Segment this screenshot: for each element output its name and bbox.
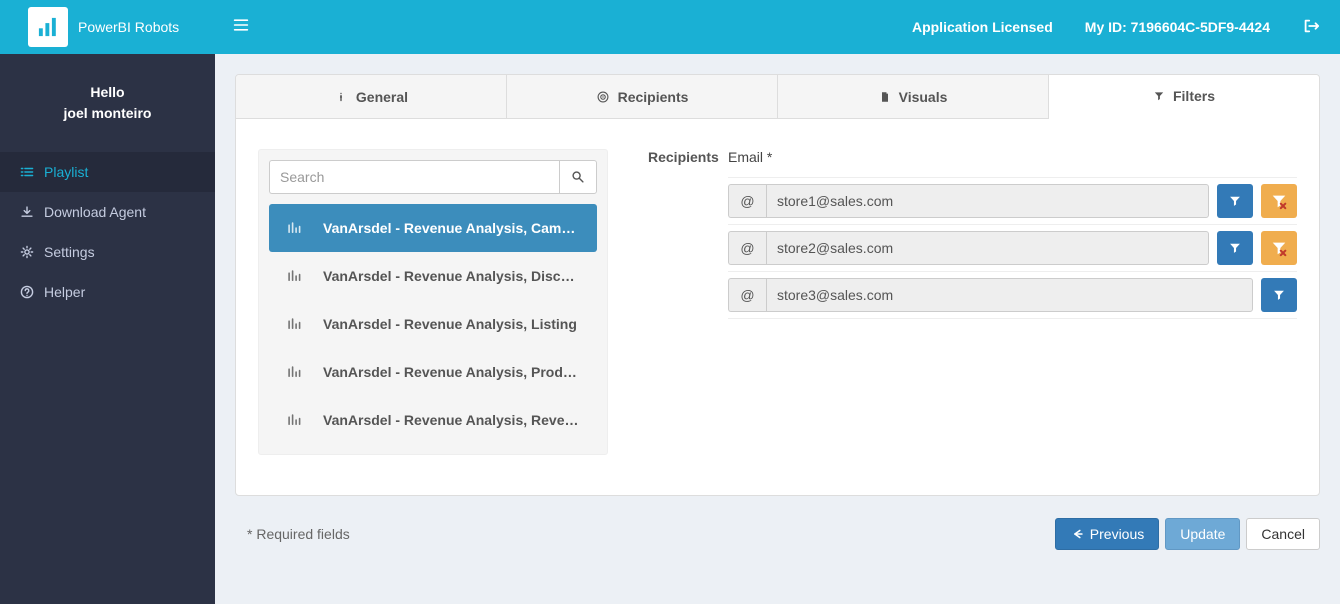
sidebar-greeting: Hello joel monteiro bbox=[0, 54, 215, 152]
sidebar-item-label: Helper bbox=[44, 284, 85, 300]
email-label: Email * bbox=[728, 149, 1297, 165]
funnel-icon bbox=[1153, 89, 1165, 103]
report-item[interactable]: VanArsdel - Revenue Analysis, Campai… bbox=[269, 204, 597, 252]
sidebar-item-label: Download Agent bbox=[44, 204, 146, 220]
filter-button[interactable] bbox=[1217, 231, 1253, 265]
tab-filters[interactable]: Filters bbox=[1049, 75, 1319, 119]
report-item[interactable]: VanArsdel - Revenue Analysis, Product… bbox=[269, 348, 597, 396]
info-icon bbox=[334, 90, 348, 104]
list-icon bbox=[20, 165, 34, 179]
chart-icon bbox=[287, 317, 301, 331]
funnel-clear-icon bbox=[1270, 192, 1288, 210]
filter-button[interactable] bbox=[1261, 278, 1297, 312]
brand-logo bbox=[28, 7, 68, 47]
report-list: VanArsdel - Revenue Analysis, Campai… Va… bbox=[269, 204, 597, 444]
sidebar: Hello joel monteiro Playlist Download Ag… bbox=[0, 54, 215, 604]
search-row bbox=[269, 160, 597, 194]
funnel-icon bbox=[1272, 288, 1286, 302]
recipients-panel: Recipients Email * @ bbox=[648, 149, 1297, 319]
cancel-button[interactable]: Cancel bbox=[1246, 518, 1320, 550]
tabs: General Recipients Visuals Filters bbox=[236, 75, 1319, 119]
previous-button[interactable]: Previous bbox=[1055, 518, 1159, 550]
chart-icon bbox=[287, 365, 301, 379]
gear-icon bbox=[20, 245, 34, 259]
required-fields-note: * Required fields bbox=[235, 526, 350, 542]
report-panel: VanArsdel - Revenue Analysis, Campai… Va… bbox=[258, 149, 608, 455]
sidebar-item-label: Settings bbox=[44, 244, 95, 260]
report-item-label: VanArsdel - Revenue Analysis, Campai… bbox=[323, 220, 579, 236]
brand: PowerBI Robots bbox=[0, 7, 215, 47]
tab-panel: General Recipients Visuals Filters bbox=[235, 74, 1320, 496]
search-icon bbox=[571, 170, 585, 184]
main-content: General Recipients Visuals Filters bbox=[215, 54, 1340, 604]
sidebar-item-settings[interactable]: Settings bbox=[0, 232, 215, 272]
tab-label: General bbox=[356, 89, 408, 105]
brand-title: PowerBI Robots bbox=[78, 19, 179, 35]
sidebar-item-download-agent[interactable]: Download Agent bbox=[0, 192, 215, 232]
topbar-right: Application Licensed My ID: 7196604C-5DF… bbox=[912, 17, 1340, 38]
report-item-label: VanArsdel - Revenue Analysis, Revenu… bbox=[323, 412, 579, 428]
recipient-email-input[interactable] bbox=[766, 184, 1209, 218]
bars-icon bbox=[233, 17, 249, 33]
tab-general[interactable]: General bbox=[236, 75, 507, 118]
recipient-email-input[interactable] bbox=[766, 278, 1253, 312]
report-item[interactable]: VanArsdel - Revenue Analysis, Listing bbox=[269, 300, 597, 348]
tab-body: VanArsdel - Revenue Analysis, Campai… Va… bbox=[236, 119, 1319, 495]
update-button[interactable]: Update bbox=[1165, 518, 1240, 550]
arrow-left-icon bbox=[1070, 527, 1084, 541]
report-item[interactable]: VanArsdel - Revenue Analysis, Discoun… bbox=[269, 252, 597, 300]
funnel-clear-icon bbox=[1270, 239, 1288, 257]
sidebar-item-label: Playlist bbox=[44, 164, 88, 180]
sidebar-nav: Playlist Download Agent Settings Helper bbox=[0, 152, 215, 312]
sidebar-item-playlist[interactable]: Playlist bbox=[0, 152, 215, 192]
help-icon bbox=[20, 285, 34, 299]
recipient-row: @ bbox=[728, 177, 1297, 224]
report-item-label: VanArsdel - Revenue Analysis, Discoun… bbox=[323, 268, 579, 284]
search-input[interactable] bbox=[269, 160, 559, 194]
tab-label: Recipients bbox=[618, 89, 689, 105]
toggle-sidebar-button[interactable] bbox=[233, 17, 249, 38]
footer-row: * Required fields Previous Update Cancel bbox=[235, 518, 1320, 550]
my-id: My ID: 7196604C-5DF9-4424 bbox=[1085, 19, 1270, 35]
target-icon bbox=[596, 90, 610, 104]
recipient-email-input[interactable] bbox=[766, 231, 1209, 265]
chart-icon bbox=[287, 269, 301, 283]
chart-icon bbox=[287, 221, 301, 235]
chart-icon bbox=[287, 413, 301, 427]
report-item[interactable]: VanArsdel - Revenue Analysis, Revenu… bbox=[269, 396, 597, 444]
tab-recipients[interactable]: Recipients bbox=[507, 75, 778, 118]
search-button[interactable] bbox=[559, 160, 597, 194]
cancel-button-label: Cancel bbox=[1261, 526, 1305, 542]
footer-buttons: Previous Update Cancel bbox=[1055, 518, 1320, 550]
sidebar-item-helper[interactable]: Helper bbox=[0, 272, 215, 312]
recipient-row: @ bbox=[728, 271, 1297, 319]
tab-label: Visuals bbox=[899, 89, 948, 105]
at-icon: @ bbox=[728, 231, 766, 265]
license-status: Application Licensed bbox=[912, 19, 1053, 35]
previous-button-label: Previous bbox=[1090, 526, 1144, 542]
logout-button[interactable] bbox=[1302, 17, 1320, 38]
document-icon bbox=[879, 90, 891, 104]
report-item-label: VanArsdel - Revenue Analysis, Product… bbox=[323, 364, 579, 380]
greeting-text: Hello bbox=[10, 82, 205, 103]
tab-visuals[interactable]: Visuals bbox=[778, 75, 1049, 118]
recipients-title: Recipients bbox=[648, 149, 708, 165]
update-button-label: Update bbox=[1180, 526, 1225, 542]
funnel-icon bbox=[1228, 194, 1242, 208]
tab-label: Filters bbox=[1173, 88, 1215, 104]
clear-filter-button[interactable] bbox=[1261, 231, 1297, 265]
funnel-icon bbox=[1228, 241, 1242, 255]
username: joel monteiro bbox=[10, 103, 205, 124]
download-icon bbox=[20, 205, 34, 219]
filter-button[interactable] bbox=[1217, 184, 1253, 218]
at-icon: @ bbox=[728, 278, 766, 312]
logout-icon bbox=[1302, 17, 1320, 35]
at-icon: @ bbox=[728, 184, 766, 218]
report-item-label: VanArsdel - Revenue Analysis, Listing bbox=[323, 316, 577, 332]
topbar: PowerBI Robots Application Licensed My I… bbox=[0, 0, 1340, 54]
recipient-row: @ bbox=[728, 224, 1297, 271]
clear-filter-button[interactable] bbox=[1261, 184, 1297, 218]
